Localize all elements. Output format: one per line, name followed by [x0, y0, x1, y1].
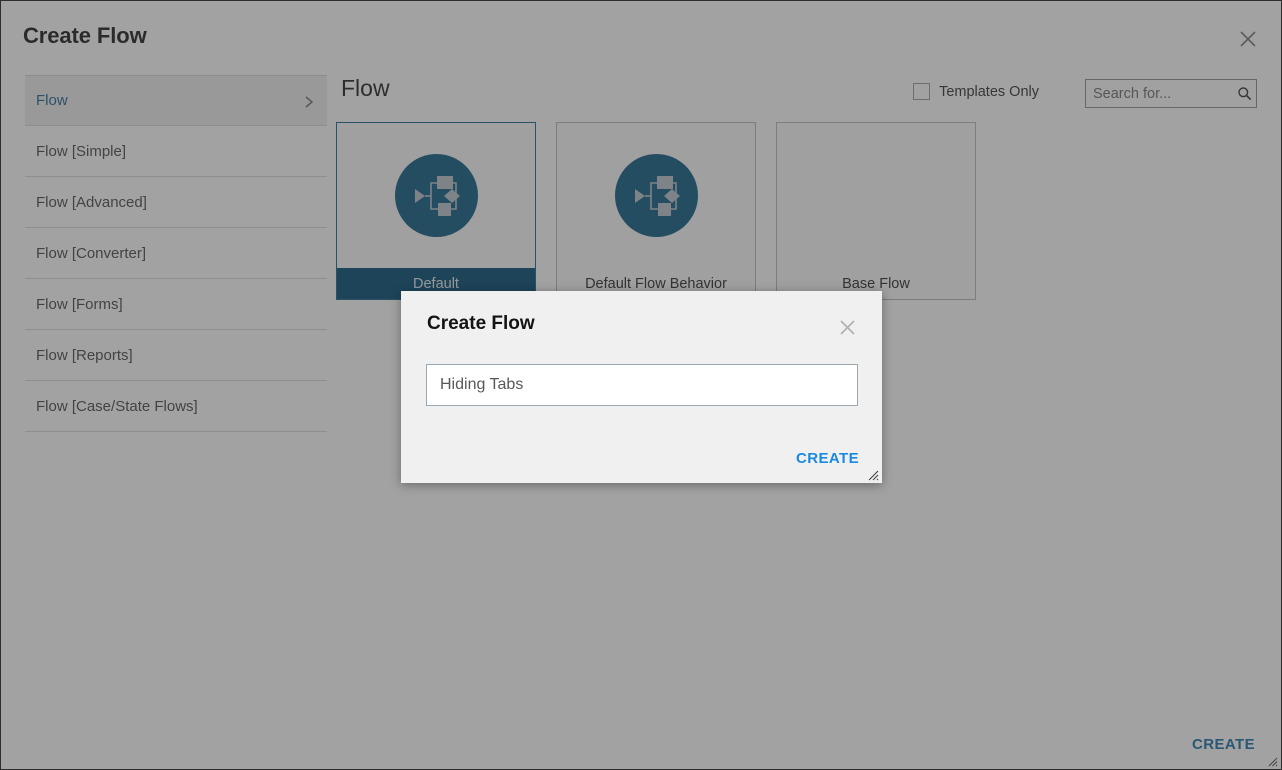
application-window: Create Flow Flow Flow [Simple] Flow [Adv… [0, 0, 1282, 770]
flow-name-input-value: Hiding Tabs [440, 376, 524, 393]
close-icon[interactable] [837, 317, 858, 338]
flow-name-input[interactable]: Hiding Tabs [426, 364, 858, 406]
create-flow-dialog: Create Flow Hiding Tabs CREATE [401, 291, 882, 483]
dialog-title: Create Flow [427, 313, 535, 334]
resize-handle-icon[interactable] [865, 467, 879, 481]
dialog-create-button[interactable]: CREATE [796, 450, 859, 467]
